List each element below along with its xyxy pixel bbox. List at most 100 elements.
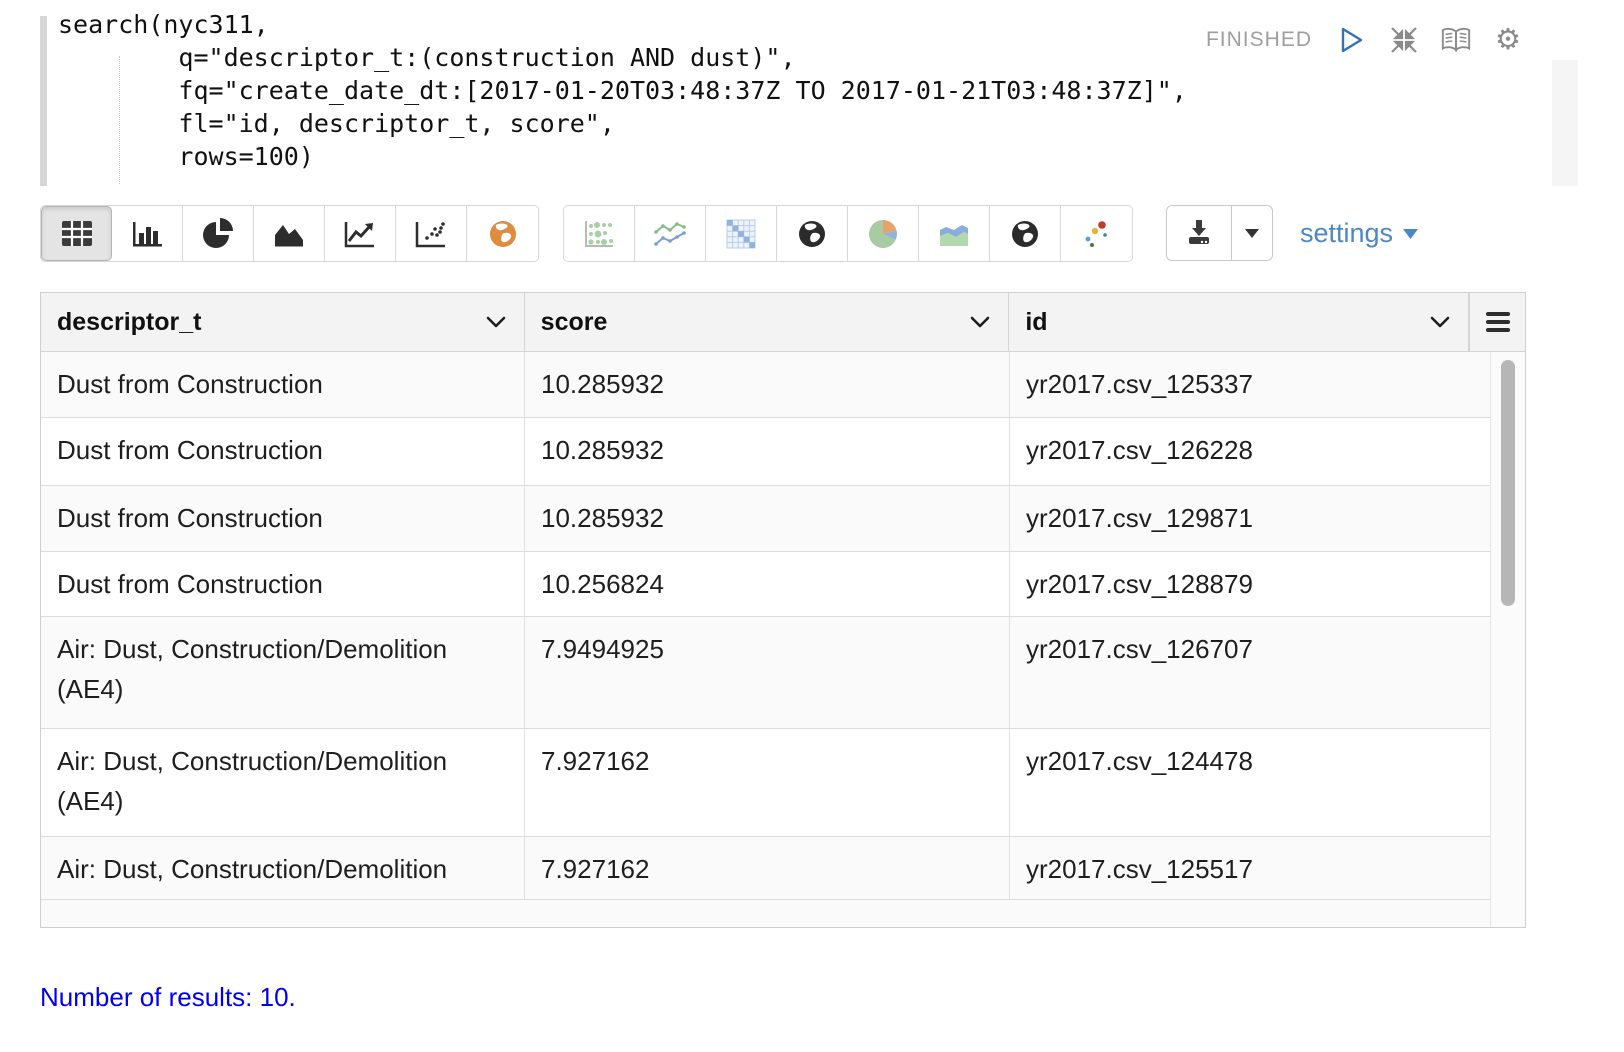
table-bottom-strip: [41, 900, 1491, 927]
zeppelin-paragraph: search(nyc311, q="descriptor_t:(construc…: [0, 0, 1624, 1052]
table-row: Dust from Construction 10.285932 yr2017.…: [41, 352, 1491, 418]
table-row: Air: Dust, Construction/Demolition 7.927…: [41, 837, 1491, 900]
viz-toolbar-group-a: [40, 205, 539, 262]
caret-down-icon: [1245, 229, 1259, 238]
scatter-plot-icon: [415, 220, 447, 248]
cell-score: 10.285932: [525, 486, 1010, 551]
indent-guide: [119, 56, 120, 184]
paragraph-active-bar: [40, 16, 47, 186]
viz-line-chart-button[interactable]: [325, 206, 396, 261]
code-line: q="descriptor_t:(construction AND dust)"…: [58, 41, 1187, 74]
status-badge: FINISHED: [1206, 28, 1312, 52]
viz-pie-chart-button[interactable]: [183, 206, 254, 261]
column-header-descriptor-t[interactable]: descriptor_t: [41, 293, 525, 351]
pie-chart-icon: [201, 218, 235, 250]
bar-chart-icon: [131, 220, 163, 248]
cell-descriptor: Dust from Construction: [41, 418, 525, 485]
download-options-button[interactable]: [1232, 206, 1272, 260]
gear-icon: ⚙: [1495, 26, 1521, 55]
run-button[interactable]: [1336, 24, 1368, 56]
settings-gear-button[interactable]: ⚙: [1492, 24, 1524, 56]
cell-score: 7.9494925: [525, 617, 1010, 728]
results-count-text: Number of results: 10.: [40, 982, 296, 1013]
code-line: fl="id, descriptor_t, score",: [58, 107, 1187, 140]
table-row: Air: Dust, Construction/Demolition (AE4)…: [41, 729, 1491, 837]
caret-down-icon: [1403, 229, 1418, 239]
bubble-chart-icon: [583, 219, 615, 249]
globe-dark-icon: [797, 219, 827, 249]
cell-descriptor: Dust from Construction: [41, 552, 525, 616]
download-button[interactable]: [1167, 206, 1232, 260]
settings-label: settings: [1300, 218, 1393, 249]
viz-heatmap-button[interactable]: [706, 206, 777, 261]
cell-descriptor: Dust from Construction: [41, 352, 525, 417]
cell-score: 10.285932: [525, 418, 1010, 485]
table-body: Dust from Construction 10.285932 yr2017.…: [41, 352, 1525, 927]
play-icon: [1340, 27, 1364, 53]
table-row: Dust from Construction 10.256824 yr2017.…: [41, 552, 1491, 617]
column-header-score[interactable]: score: [525, 293, 1010, 351]
cell-id: yr2017.csv_129871: [1010, 486, 1491, 551]
heatmap-icon: [726, 219, 756, 249]
cell-score: 7.927162: [525, 729, 1010, 836]
cell-descriptor: Air: Dust, Construction/Demolition (AE4): [41, 729, 525, 836]
viz-globe-button[interactable]: [777, 206, 848, 261]
cell-id: yr2017.csv_124478: [1010, 729, 1491, 836]
cell-id: yr2017.csv_125337: [1010, 352, 1491, 417]
grid-menu-button[interactable]: [1469, 293, 1525, 351]
globe-dark-icon-2: [1010, 219, 1040, 249]
chevron-down-icon[interactable]: [486, 316, 506, 328]
viz-bubble-chart-button[interactable]: [564, 206, 635, 261]
code-line: search(nyc311,: [58, 8, 1187, 41]
code-line: rows=100): [58, 140, 1187, 173]
hamburger-menu-icon: [1484, 311, 1512, 333]
viz-multi-line-chart-button[interactable]: [635, 206, 706, 261]
viz-area-chart-button[interactable]: [254, 206, 325, 261]
code-scrollbar[interactable]: [1552, 60, 1578, 186]
cell-id: yr2017.csv_125517: [1010, 837, 1491, 899]
line-chart-icon: [344, 220, 376, 248]
book-icon: [1440, 26, 1472, 54]
code-line: fq="create_date_dt:[2017-01-20T03:48:37Z…: [58, 74, 1187, 107]
settings-dropdown[interactable]: settings: [1300, 218, 1418, 249]
cell-score: 10.256824: [525, 552, 1010, 616]
viz-area-color-button[interactable]: [919, 206, 990, 261]
table-row: Dust from Construction 10.285932 yr2017.…: [41, 486, 1491, 552]
cell-id: yr2017.csv_128879: [1010, 552, 1491, 616]
column-header-id[interactable]: id: [1009, 293, 1469, 351]
cell-id: yr2017.csv_126707: [1010, 617, 1491, 728]
download-icon: [1184, 219, 1214, 247]
table-header-row: descriptor_t score id: [41, 293, 1525, 352]
area-color-icon: [938, 220, 970, 248]
chevron-down-icon[interactable]: [970, 316, 990, 328]
download-split-button: [1166, 205, 1273, 261]
collapse-button[interactable]: [1388, 24, 1420, 56]
chevron-down-icon[interactable]: [1430, 316, 1450, 328]
viz-pie-color-button[interactable]: [848, 206, 919, 261]
cell-descriptor: Air: Dust, Construction/Demolition: [41, 837, 525, 899]
globe-orange-icon: [488, 219, 518, 249]
paragraph-controls: FINISHED ⚙: [1206, 24, 1524, 56]
compress-icon: [1389, 25, 1419, 55]
results-table: descriptor_t score id: [40, 292, 1526, 928]
viz-scatter-plot-button[interactable]: [396, 206, 467, 261]
viz-toolbar-group-b: [563, 205, 1133, 262]
area-chart-icon: [273, 220, 305, 248]
table-icon: [61, 220, 93, 247]
viz-globe-2-button[interactable]: [990, 206, 1061, 261]
viz-scatter-color-button[interactable]: [1061, 206, 1132, 261]
cell-score: 10.285932: [525, 352, 1010, 417]
table-scrollbar-thumb[interactable]: [1501, 360, 1515, 606]
cell-id: yr2017.csv_126228: [1010, 418, 1491, 485]
scatter-color-icon: [1081, 218, 1113, 250]
viz-bar-chart-button[interactable]: [112, 206, 183, 261]
table-scrollbar-track[interactable]: [1490, 352, 1525, 927]
code-editor[interactable]: search(nyc311, q="descriptor_t:(construc…: [58, 8, 1187, 173]
viz-map-button[interactable]: [467, 206, 538, 261]
cell-descriptor: Air: Dust, Construction/Demolition (AE4): [41, 617, 525, 728]
multi-line-chart-icon: [653, 220, 687, 248]
cell-score: 7.927162: [525, 837, 1010, 899]
table-row: Air: Dust, Construction/Demolition (AE4)…: [41, 617, 1491, 729]
catalog-button[interactable]: [1440, 24, 1472, 56]
viz-table-button[interactable]: [41, 206, 112, 261]
